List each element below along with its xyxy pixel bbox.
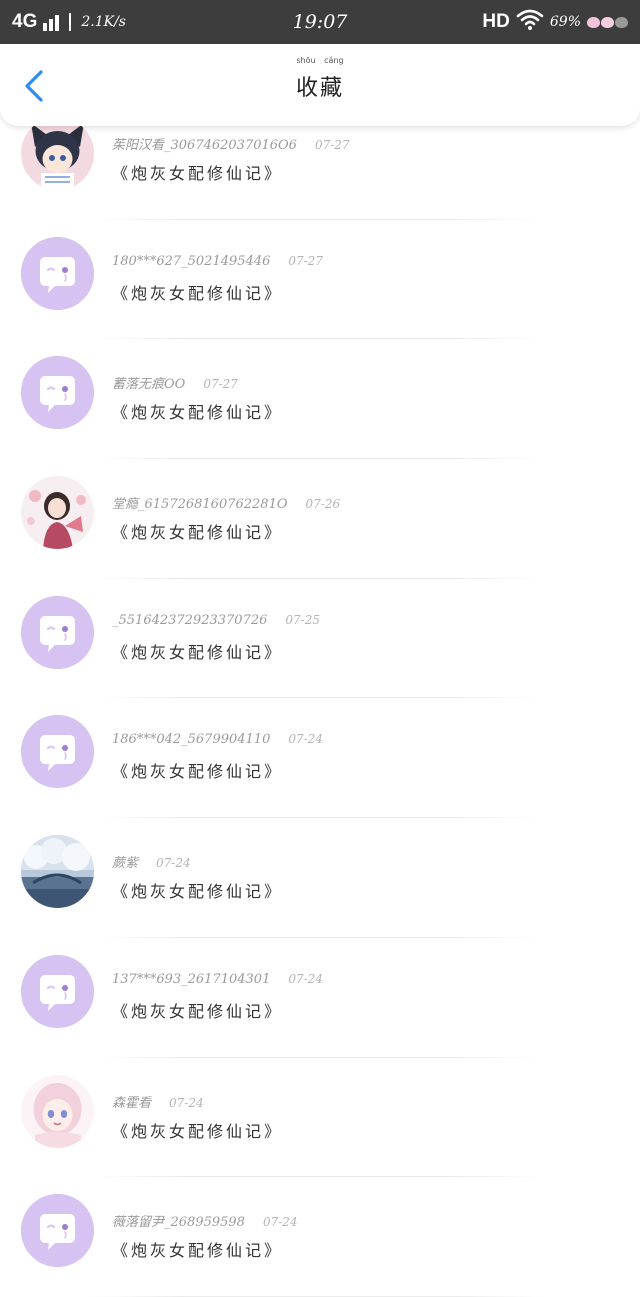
- username: _551642372923370726: [112, 612, 268, 628]
- username: 蓄落无痕OO: [112, 377, 186, 393]
- date: 07-24: [169, 1095, 204, 1110]
- list-item[interactable]: 186***042_5679904110 07-24 《炮灰女配修仙记》: [0, 698, 640, 819]
- username: 186***042_5679904110: [112, 732, 271, 748]
- wifi-icon: [516, 9, 544, 35]
- username: 茱阳汉看_3067462037016O6: [112, 138, 297, 153]
- book-title[interactable]: 《炮灰女配修仙记》: [112, 519, 283, 543]
- date: 07-24: [288, 971, 323, 986]
- list-item[interactable]: _551642372923370726 07-25 《炮灰女配修仙记》: [0, 579, 640, 699]
- username: 堂瘾_6157268160762281O: [112, 497, 288, 513]
- date: 07-24: [156, 856, 191, 871]
- username: 180***627_5021495446: [112, 253, 271, 269]
- notification-icons: [587, 16, 628, 28]
- signal-icon: [43, 13, 60, 31]
- list-item[interactable]: 蕨紫 07-24 《炮灰女配修仙记》: [0, 818, 640, 938]
- item-meta: 137***693_2617104301 07-24: [112, 972, 323, 987]
- favorites-list: 茱阳汉看_3067462037016O6 07-27 《炮灰女配修仙记》 180…: [0, 100, 640, 1297]
- date: 07-26: [305, 497, 341, 512]
- network-type: 4G: [12, 11, 38, 32]
- avatar[interactable]: [21, 476, 94, 550]
- network-speed: 2.1K/s: [81, 14, 126, 30]
- default-avatar-icon[interactable]: [21, 715, 94, 789]
- title-pinyin: shōu cáng: [296, 56, 344, 65]
- list-item[interactable]: 180***627_5021495446 07-27 《炮灰女配修仙记》: [0, 220, 640, 340]
- item-meta: 茱阳汉看_3067462037016O6 07-27: [112, 134, 350, 153]
- book-title[interactable]: 《炮灰女配修仙记》: [112, 758, 283, 782]
- book-title[interactable]: 《炮灰女配修仙记》: [112, 1237, 283, 1261]
- book-title[interactable]: 《炮灰女配修仙记》: [112, 998, 283, 1022]
- date: 07-24: [288, 732, 323, 747]
- item-meta: 薇落留尹_268959598 07-24: [112, 1211, 298, 1230]
- date: 07-25: [285, 612, 320, 627]
- list-item[interactable]: 蓄落无痕OO 07-27 《炮灰女配修仙记》: [0, 339, 640, 460]
- item-meta: 蕨紫 07-24: [112, 852, 191, 871]
- list-item[interactable]: 薇落留尹_268959598 07-24 《炮灰女配修仙记》: [0, 1177, 640, 1297]
- book-title[interactable]: 《炮灰女配修仙记》: [112, 878, 283, 902]
- default-avatar-icon[interactable]: [21, 236, 94, 310]
- default-avatar-icon[interactable]: [21, 954, 94, 1028]
- item-meta: 蓄落无痕OO 07-27: [112, 373, 238, 392]
- list-item[interactable]: 森霍看 07-24 《炮灰女配修仙记》: [0, 1058, 640, 1178]
- battery-level: 69%: [549, 14, 581, 30]
- status-bar: 4G 2.1K/s 19:07 HD 69%: [0, 0, 640, 44]
- book-title[interactable]: 《炮灰女配修仙记》: [112, 280, 283, 304]
- date: 07-27: [288, 253, 323, 268]
- username: 薇落留尹_268959598: [112, 1215, 245, 1231]
- list-item[interactable]: 137***693_2617104301 07-24 《炮灰女配修仙记》: [0, 938, 640, 1058]
- item-meta: 堂瘾_6157268160762281O 07-26: [112, 493, 340, 512]
- book-title[interactable]: 《炮灰女配修仙记》: [112, 399, 283, 423]
- page-title: 收藏: [295, 76, 344, 101]
- avatar[interactable]: [21, 117, 94, 190]
- hd-indicator: HD: [482, 11, 510, 32]
- default-avatar-icon[interactable]: [21, 595, 94, 669]
- header-bar: shōu cáng 收藏: [0, 44, 640, 126]
- item-meta: 180***627_5021495446 07-27: [112, 254, 323, 269]
- username: 森霍看: [112, 1095, 152, 1111]
- book-title[interactable]: 《炮灰女配修仙记》: [112, 639, 283, 663]
- username: 蕨紫: [112, 856, 139, 872]
- divider: [69, 13, 72, 31]
- item-meta: 186***042_5679904110 07-24: [112, 732, 323, 747]
- avatar[interactable]: [21, 835, 94, 909]
- book-title[interactable]: 《炮灰女配修仙记》: [112, 160, 283, 184]
- date: 07-27: [203, 377, 238, 392]
- avatar[interactable]: [21, 1074, 94, 1148]
- date: 07-24: [262, 1215, 298, 1230]
- default-avatar-icon[interactable]: [21, 1194, 94, 1268]
- default-avatar-icon[interactable]: [21, 356, 94, 430]
- item-meta: _551642372923370726 07-25: [112, 613, 320, 628]
- book-title[interactable]: 《炮灰女配修仙记》: [112, 1118, 283, 1142]
- date: 07-27: [314, 138, 350, 152]
- item-meta: 森霍看 07-24: [112, 1092, 204, 1111]
- username: 137***693_2617104301: [112, 971, 271, 987]
- list-item[interactable]: 堂瘾_6157268160762281O 07-26 《炮灰女配修仙记》: [0, 459, 640, 579]
